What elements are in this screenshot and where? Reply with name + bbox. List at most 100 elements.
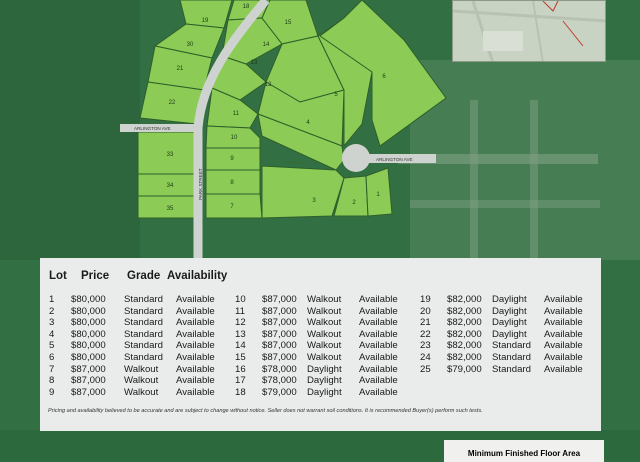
cell-grade: Walkout [307, 328, 342, 340]
cell-grade: Standard [492, 340, 531, 352]
cell-price: $79,000 [447, 363, 482, 375]
cell-lot: 11 [235, 305, 245, 317]
table-row: 3 $80,000 Standard Available [49, 317, 236, 329]
cell-availability: Available [359, 340, 398, 352]
cell-lot: 6 [49, 351, 55, 363]
cell-grade: Daylight [492, 317, 527, 329]
table-row: 21 $82,000 Daylight Available [420, 317, 604, 329]
table-row: 11 $87,000 Walkout Available [235, 306, 419, 318]
cell-lot: 13 [235, 328, 246, 340]
cell-grade: Standard [124, 328, 163, 340]
cell-grade: Daylight [307, 375, 342, 387]
cell-price: $80,000 [71, 305, 106, 317]
cell-price: $87,000 [71, 363, 106, 375]
cell-availability: Available [359, 375, 398, 387]
lot-label-15: 15 [285, 20, 292, 26]
cell-price: $87,000 [71, 375, 106, 387]
cell-lot: 23 [420, 340, 431, 352]
cell-price: $87,000 [262, 328, 297, 340]
cell-price: $82,000 [447, 340, 482, 352]
cell-price: $87,000 [262, 317, 297, 329]
cell-price: $87,000 [71, 386, 106, 398]
table-row: 16 $78,000 Daylight Available [235, 364, 419, 376]
table-row: 9 $87,000 Walkout Available [49, 387, 236, 399]
inset-location-map [452, 0, 606, 62]
cell-grade: Daylight [307, 363, 342, 375]
cell-availability: Available [544, 340, 583, 352]
cell-grade: Standard [492, 363, 531, 375]
cell-lot: 10 [235, 294, 246, 305]
lot-3[interactable] [261, 165, 345, 219]
table-row: 23 $82,000 Standard Available [420, 340, 604, 352]
pricing-table-panel: Lot Price Grade Availability 1 $80,000 Sta… [40, 258, 601, 431]
cell-price: $78,000 [262, 363, 297, 375]
table-row: 5 $80,000 Standard Available [49, 340, 236, 352]
table-row: 22 $82,000 Daylight Available [420, 329, 604, 341]
lot-label-35: 35 [167, 206, 174, 212]
table-row: 12 $87,000 Walkout Available [235, 317, 419, 329]
street-label-park: PARK STREET [198, 168, 203, 200]
cell-lot: 22 [420, 328, 431, 340]
cell-availability: Available [359, 386, 398, 398]
cell-lot: 16 [235, 363, 246, 375]
cell-availability: Available [176, 386, 215, 398]
cul-de-sac [342, 144, 370, 172]
lot-label-21: 21 [177, 66, 184, 72]
cell-grade: Standard [124, 294, 163, 305]
cell-grade: Daylight [492, 294, 527, 305]
cell-availability: Available [176, 363, 215, 375]
table-row: 20 $82,000 Daylight Available [420, 306, 604, 318]
reserve-label: RESERVE [286, 160, 305, 165]
cell-grade: Walkout [307, 351, 342, 363]
cell-lot: 3 [49, 317, 55, 329]
table-row: 2 $80,000 Standard Available [49, 306, 236, 318]
cell-availability: Available [176, 351, 215, 363]
cell-price: $80,000 [71, 294, 106, 305]
cell-grade: Standard [124, 305, 163, 317]
lot-7[interactable] [205, 193, 263, 219]
table-row: 18 $79,000 Daylight Available [235, 387, 419, 399]
table-row: 8 $87,000 Walkout Available [49, 375, 236, 387]
cell-price: $87,000 [262, 351, 297, 363]
table-row: 14 $87,000 Walkout Available [235, 340, 419, 352]
cell-price: $82,000 [447, 328, 482, 340]
table-column-1: 1 $80,000 Standard Available 2 $80,000 Standar… [49, 294, 236, 398]
cell-lot: 20 [420, 305, 431, 317]
table-row: 7 $87,000 Walkout Available [49, 364, 236, 376]
cell-grade: Daylight [307, 386, 342, 398]
cell-availability: Available [176, 375, 215, 387]
lot-label-30: 30 [187, 42, 194, 48]
cell-price: $79,000 [262, 386, 297, 398]
cell-lot: 24 [420, 351, 431, 363]
cell-price: $87,000 [262, 340, 297, 352]
table-row: 10 $87,000 Walkout Available [235, 294, 419, 306]
cell-grade: Walkout [124, 386, 159, 398]
table-row: 4 $80,000 Standard Available [49, 329, 236, 341]
cell-availability: Available [176, 294, 215, 305]
cell-lot: 1 [49, 294, 55, 305]
lot-label-19: 19 [202, 18, 209, 24]
cell-price: $80,000 [71, 351, 106, 363]
inset-map-graphic [453, 1, 605, 61]
cell-lot: 5 [49, 340, 55, 352]
cell-grade: Daylight [492, 328, 527, 340]
cell-availability: Available [544, 305, 583, 317]
cell-availability: Available [359, 351, 398, 363]
cell-price: $82,000 [447, 294, 482, 305]
table-row: 15 $87,000 Walkout Available [235, 352, 419, 364]
cell-price: $87,000 [262, 294, 297, 305]
table-row: 19 $82,000 Daylight Available [420, 294, 604, 306]
cell-lot: 18 [235, 386, 246, 398]
cell-lot: 21 [420, 317, 431, 329]
cell-lot: 12 [235, 317, 246, 329]
cell-grade: Walkout [307, 305, 342, 317]
header-price: Price [81, 270, 110, 282]
cell-availability: Available [176, 317, 215, 329]
cell-availability: Available [544, 328, 583, 340]
table-row: 6 $80,000 Standard Available [49, 352, 236, 364]
cell-grade: Standard [124, 351, 163, 363]
lot-label-18: 18 [243, 4, 250, 10]
cell-lot: 9 [49, 386, 55, 398]
cell-price: $80,000 [71, 340, 106, 352]
header-grade: Grade [127, 270, 161, 282]
